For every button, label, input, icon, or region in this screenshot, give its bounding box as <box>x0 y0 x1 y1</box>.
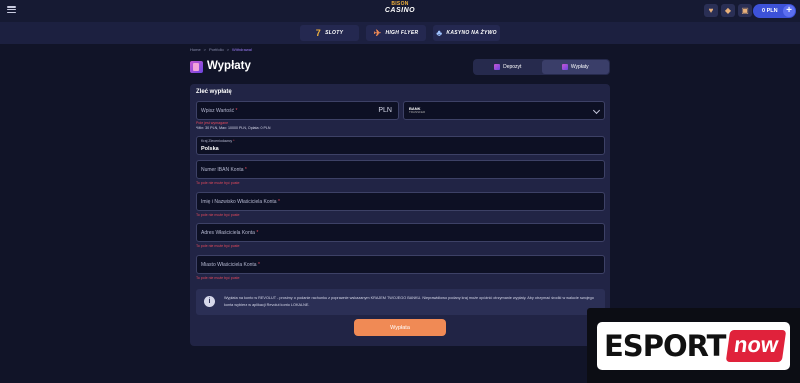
page-title: Wypłaty <box>207 60 251 72</box>
game-nav: 7 SLOTY ✈ HIGH FLYER ♣ KASYNO NA ŻYWO <box>0 22 800 44</box>
city-error: To pole nie może być puste <box>196 276 240 280</box>
amount-placeholder: Wpisz Wartość <box>201 108 235 114</box>
tab-label: Wypłaty <box>570 64 589 70</box>
esportnow-watermark: ESPORT now <box>587 308 800 383</box>
address-error: To pole nie może być puste <box>196 244 240 248</box>
breadcrumb: Home > Portfolio > Withdrawal <box>190 47 252 52</box>
nav-label: HIGH FLYER <box>385 30 419 36</box>
breadcrumb-home[interactable]: Home <box>190 47 201 52</box>
chest-icon[interactable]: ▣ <box>738 4 752 17</box>
city-placeholder: Miasto Właściciela Konta <box>201 262 257 268</box>
promo-icons: ♥ ◆ ▣ <box>704 4 752 17</box>
payment-method-select[interactable]: BANK TRANSFER <box>403 101 605 120</box>
top-bar: BISON CASINO ♥ ◆ ▣ 0 PLN + <box>0 0 800 22</box>
gift-icon[interactable]: ◆ <box>721 4 735 17</box>
site-logo[interactable]: BISON CASINO <box>384 2 416 20</box>
amount-limits: *Min: 30 PLN, Max: 10000 PLN, Opłata: 0 … <box>196 126 271 130</box>
breadcrumb-sep: > <box>203 47 207 52</box>
payment-tabs: Depozyt Wypłaty <box>473 59 610 75</box>
form-heading: Zleć wypłatę <box>196 89 232 95</box>
owner-placeholder: Imię i Nazwisko Właściciela Konta <box>201 199 277 205</box>
info-icon: i <box>204 296 215 307</box>
promo-icon[interactable]: ♥ <box>704 4 718 17</box>
withdrawal-icon <box>561 64 568 70</box>
tab-label: Depozyt <box>503 64 522 70</box>
plane-icon: ✈ <box>373 27 382 38</box>
watermark-esport: ESPORT <box>604 329 726 363</box>
nav-high-flyer[interactable]: ✈ HIGH FLYER <box>366 25 426 41</box>
tab-withdrawal[interactable]: Wypłaty <box>541 60 609 74</box>
watermark-logo: ESPORT now <box>597 322 790 370</box>
currency-label: PLN <box>378 107 392 114</box>
owner-name-input[interactable]: Imię i Nazwisko Właściciela Konta * <box>196 192 605 211</box>
withdrawal-card: Zleć wypłatę Wpisz Wartość * PLN BANK TR… <box>190 84 610 346</box>
menu-icon[interactable] <box>7 6 16 13</box>
iban-placeholder: Numer IBAN Konta <box>201 167 244 173</box>
nav-label: SLOTY <box>325 30 344 36</box>
plus-icon[interactable]: + <box>783 5 795 17</box>
deposit-icon <box>494 64 501 70</box>
owner-address-input[interactable]: Adres Właściciela Konta * <box>196 223 605 242</box>
watermark-now: now <box>726 330 787 362</box>
info-text: Wypłata na konto w REVOLUT - prosimy o p… <box>224 296 594 307</box>
cards-icon: ♣ <box>436 28 443 38</box>
balance-button[interactable]: 0 PLN + <box>753 4 796 18</box>
amount-error: Pole jest wymagane <box>196 121 229 125</box>
breadcrumb-portfolio[interactable]: Portfolio <box>209 47 224 52</box>
nav-live-casino[interactable]: ♣ KASYNO NA ŻYWO <box>433 25 500 41</box>
iban-error: To pole nie może być puste <box>196 181 240 185</box>
owner-city-input[interactable]: Miasto Właściciela Konta * <box>196 255 605 274</box>
iban-input[interactable]: Numer IBAN Konta * <box>196 160 605 179</box>
nav-slots[interactable]: 7 SLOTY <box>300 25 359 41</box>
breadcrumb-current: Withdrawal <box>232 47 252 52</box>
slot-seven-icon: 7 <box>315 28 322 38</box>
tab-deposit[interactable]: Depozyt <box>474 60 542 74</box>
country-label: Kraj Zleceniodawcy <box>201 139 233 143</box>
withdraw-button[interactable]: Wypłata <box>354 319 446 336</box>
owner-error: To pole nie może być puste <box>196 213 240 217</box>
bank-transfer-logo: BANK TRANSFER <box>409 106 426 114</box>
amount-input[interactable]: Wpisz Wartość * PLN <box>196 101 399 120</box>
country-value: Polska <box>201 146 219 152</box>
wallet-icon <box>190 61 203 73</box>
nav-label: KASYNO NA ŻYWO <box>446 30 497 36</box>
breadcrumb-sep: > <box>226 47 230 52</box>
logo-line2: CASINO <box>384 7 416 14</box>
revolut-info-box: i Wypłata na konto w REVOLUT - prosimy o… <box>196 289 605 315</box>
chevron-down-icon <box>592 106 601 115</box>
balance-amount: 0 PLN <box>762 8 778 14</box>
country-select[interactable]: Kraj Zleceniodawcy * Polska <box>196 136 605 155</box>
address-placeholder: Adres Właściciela Konta <box>201 230 255 236</box>
